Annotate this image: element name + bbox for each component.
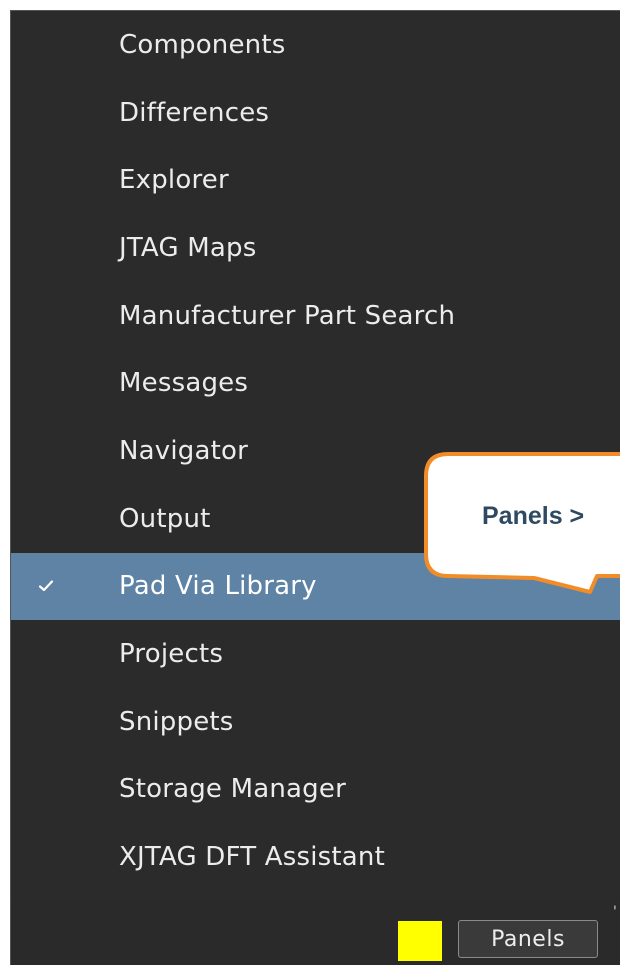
menu-item-label: Messages (119, 368, 249, 399)
menu-item-xjtag-dft-assistant[interactable]: XJTAG DFT Assistant (11, 823, 620, 891)
panels-button-label: Panels (491, 926, 565, 952)
menu-item-messages[interactable]: Messages (11, 349, 620, 417)
menu-item-differences[interactable]: Differences (11, 79, 620, 147)
menu-item-components[interactable]: Components (11, 11, 620, 79)
callout-tooltip: Panels > (422, 450, 620, 610)
menu-item-label: Storage Manager (119, 774, 346, 805)
menu-item-label: XJTAG DFT Assistant (119, 842, 385, 873)
menu-item-explorer[interactable]: Explorer (11, 146, 620, 214)
color-swatch[interactable] (398, 921, 442, 961)
menu-item-label: Manufacturer Part Search (119, 300, 456, 331)
menu-item-label: Pad Via Library (119, 571, 317, 602)
menu-item-label: JTAG Maps (119, 232, 257, 263)
callout-text: Panels > (482, 502, 585, 530)
menu-item-snippets[interactable]: Snippets (11, 688, 620, 756)
menu-item-label: Differences (119, 97, 270, 128)
menu-item-label: Projects (119, 639, 224, 670)
menu-item-label: Snippets (119, 706, 234, 737)
menu-item-projects[interactable]: Projects (11, 620, 620, 688)
menu-item-label: Components (119, 29, 286, 60)
screenshot-frame: Components Differences Explorer JTAG Map… (0, 0, 620, 965)
status-bar-edge-mark: ' (613, 904, 617, 920)
status-bar: Panels ' (10, 900, 620, 965)
menu-item-label: Output (119, 503, 211, 534)
menu-item-jtag-maps[interactable]: JTAG Maps (11, 214, 620, 282)
check-icon (37, 577, 55, 595)
menu-item-storage-manager[interactable]: Storage Manager (11, 756, 620, 824)
menu-item-label: Explorer (119, 165, 229, 196)
menu-item-manufacturer-part-search[interactable]: Manufacturer Part Search (11, 282, 620, 350)
panels-button[interactable]: Panels (458, 920, 598, 958)
menu-item-label: Navigator (119, 435, 249, 466)
